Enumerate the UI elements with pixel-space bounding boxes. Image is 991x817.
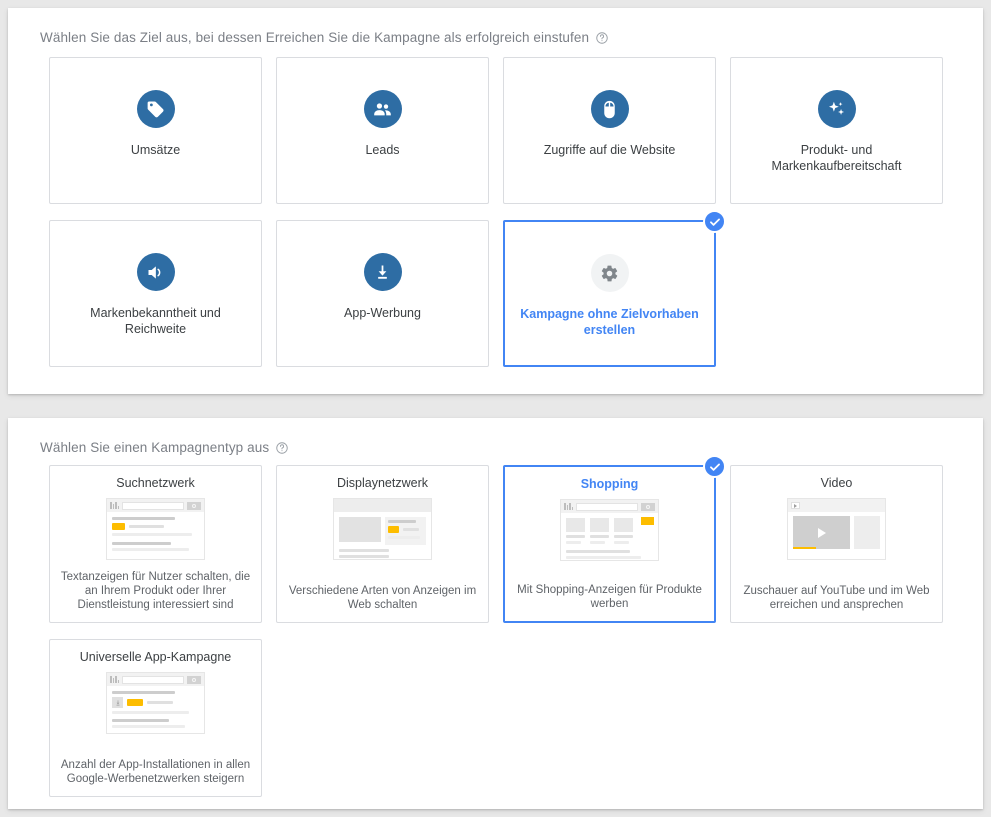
- goal-card-label: Produkt- und Markenkaufbereitschaft: [771, 143, 902, 173]
- goal-card-leads[interactable]: Leads: [276, 57, 489, 204]
- type-card-title: Displaynetzwerk: [336, 476, 428, 490]
- goals-section-title: Wählen Sie das Ziel aus, bei dessen Erre…: [8, 8, 983, 45]
- goals-panel: Wählen Sie das Ziel aus, bei dessen Erre…: [8, 8, 983, 394]
- people-group-icon: [363, 90, 402, 128]
- goal-card-grid: Umsätze Leads Zugriffe auf die Website P…: [8, 45, 983, 367]
- type-card-title: Video: [820, 476, 853, 490]
- search-results-illustration: [106, 498, 205, 560]
- computer-mouse-icon: [590, 90, 629, 128]
- app-install-illustration: [106, 672, 205, 734]
- campaign-types-panel: Wählen Sie einen Kampagnentyp aus Suchne…: [8, 418, 983, 809]
- help-circle-icon[interactable]: [275, 441, 289, 455]
- type-card-description: Anzahl der App-Installationen in allen G…: [60, 759, 251, 785]
- campaign-type-grid: Suchnetzwerk Textanzeigen für Nutzer sch…: [8, 455, 983, 797]
- video-player-illustration: [787, 498, 886, 560]
- goal-card-label: Markenbekanntheit und Reichweite: [90, 306, 221, 336]
- download-icon: [363, 253, 402, 291]
- goals-section-title-text: Wählen Sie das Ziel aus, bei dessen Erre…: [40, 30, 590, 45]
- types-section-title: Wählen Sie einen Kampagnentyp aus: [8, 418, 983, 455]
- app-download-icon: [112, 697, 123, 708]
- goal-card-umsaetze[interactable]: Umsätze: [49, 57, 262, 204]
- type-card-description: Textanzeigen für Nutzer schalten, die an…: [60, 571, 251, 611]
- goal-card-brand-consideration[interactable]: Produkt- und Markenkaufbereitschaft: [730, 57, 943, 204]
- goal-card-brand-awareness[interactable]: Markenbekanntheit und Reichweite: [49, 220, 262, 367]
- type-card-description: Zuschauer auf YouTube und im Web erreich…: [743, 585, 930, 611]
- type-card-title: Shopping: [580, 477, 639, 491]
- selected-check-icon: [703, 210, 726, 233]
- goal-card-label: Umsätze: [130, 143, 181, 157]
- type-card-title: Universelle App-Kampagne: [79, 650, 232, 664]
- display-banner-illustration: [333, 498, 432, 560]
- speaker-volume-icon: [136, 253, 175, 291]
- type-card-search[interactable]: Suchnetzwerk Textanzeigen für Nutzer sch…: [49, 465, 262, 623]
- goal-card-label: Zugriffe auf die Website: [543, 143, 676, 157]
- type-card-description: Mit Shopping-Anzeigen für Produkte werbe…: [517, 584, 702, 610]
- goal-card-label: App-Werbung: [344, 306, 421, 320]
- goal-card-app-promotion[interactable]: App-Werbung: [276, 220, 489, 367]
- campaign-creation-page: Wählen Sie das Ziel aus, bei dessen Erre…: [0, 0, 991, 817]
- type-card-description: Verschiedene Arten von Anzeigen im Web s…: [288, 585, 477, 611]
- price-tag-icon: [136, 90, 175, 128]
- shopping-products-illustration: [560, 499, 659, 561]
- sparkle-icon: [817, 90, 856, 128]
- type-card-universal-app[interactable]: Universelle App-Kampagne Anzahl der App-…: [49, 639, 262, 797]
- selected-check-icon: [703, 455, 726, 478]
- type-card-video[interactable]: Video Zuschauer auf YouTube und im Web e…: [730, 465, 943, 623]
- help-circle-icon[interactable]: [595, 31, 609, 45]
- type-card-display[interactable]: Displaynetzwerk Verschiedene Arten von A…: [276, 465, 489, 623]
- gear-icon: [590, 254, 629, 292]
- play-badge-icon: [791, 502, 800, 509]
- type-card-title: Suchnetzwerk: [116, 476, 195, 490]
- goal-card-label: Leads: [365, 143, 400, 157]
- types-section-title-text: Wählen Sie einen Kampagnentyp aus: [40, 440, 270, 455]
- goal-card-label: Kampagne ohne Zielvorhaben erstellen: [520, 307, 699, 337]
- goal-card-website-traffic[interactable]: Zugriffe auf die Website: [503, 57, 716, 204]
- goal-card-no-goal[interactable]: Kampagne ohne Zielvorhaben erstellen: [503, 210, 726, 367]
- type-card-shopping[interactable]: Shopping Mit Shopping-Anzeigen für Produ…: [503, 455, 726, 623]
